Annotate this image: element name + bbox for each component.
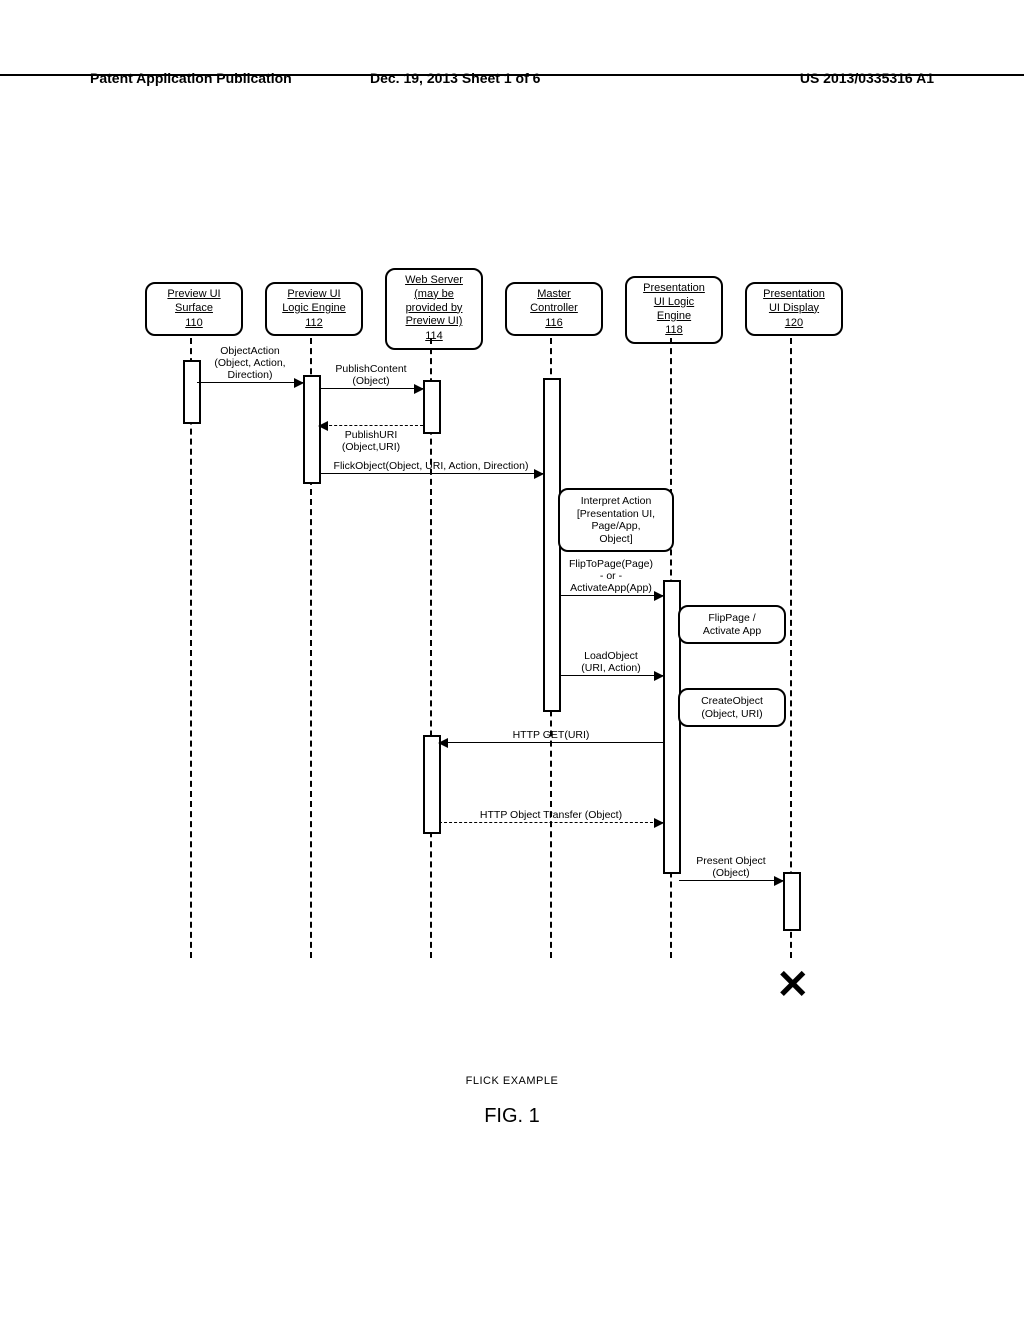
proc-interpret-action: Interpret Action [Presentation UI, Page/… [558,488,674,552]
lifeline-head-4: Presentation UI Logic Engine 118 [625,276,723,344]
msg-loadobject: LoadObject (URI, Action) [559,675,663,676]
activation-2a [423,380,441,434]
figure-label: FIG. 1 [0,1105,1024,1128]
lifeline-0 [190,338,192,958]
msg-http-get: HTTP GET(URI) [439,742,663,743]
header-left: Patent Application Publication [90,70,292,86]
msg-publishuri: PublishURI (Object,URI) [319,425,423,426]
sequence-diagram: Preview UI Surface 110 Preview UI Logic … [150,270,870,1000]
diagram-title: FLICK EXAMPLE [0,1075,1024,1087]
msg-publishcontent: PublishContent (Object) [319,388,423,389]
lifeline-5 [790,338,792,958]
msg-present-object: Present Object (Object) [679,880,783,881]
msg-fliptopage: FlipToPage(Page) - or - ActivateApp(App) [559,595,663,596]
patent-page: Patent Application Publication Dec. 19, … [0,0,1024,1320]
termination-icon: ✕ [776,965,810,1005]
header-right: US 2013/0335316 A1 [800,70,934,86]
msg-http-transfer: HTTP Object Transfer (Object) [439,822,663,823]
proc-flippage: FlipPage / Activate App [678,605,786,644]
header-center: Dec. 19, 2013 Sheet 1 of 6 [370,70,540,86]
page-header: Patent Application Publication Dec. 19, … [0,70,1024,76]
proc-createobject: CreateObject (Object, URI) [678,688,786,727]
msg-objectaction: ObjectAction (Object, Action, Direction) [197,382,303,383]
lifeline-head-5: Presentation UI Display 120 [745,282,843,336]
lifeline-head-2: Web Server (may be provided by Preview U… [385,268,483,350]
activation-2b [423,735,441,834]
activation-0 [183,360,201,424]
lifeline-head-1: Preview UI Logic Engine 112 [265,282,363,336]
lifeline-head-3: Master Controller 116 [505,282,603,336]
msg-flickobject: FlickObject(Object, URI, Action, Directi… [319,473,543,474]
lifeline-head-0: Preview UI Surface 110 [145,282,243,336]
activation-5 [783,872,801,931]
